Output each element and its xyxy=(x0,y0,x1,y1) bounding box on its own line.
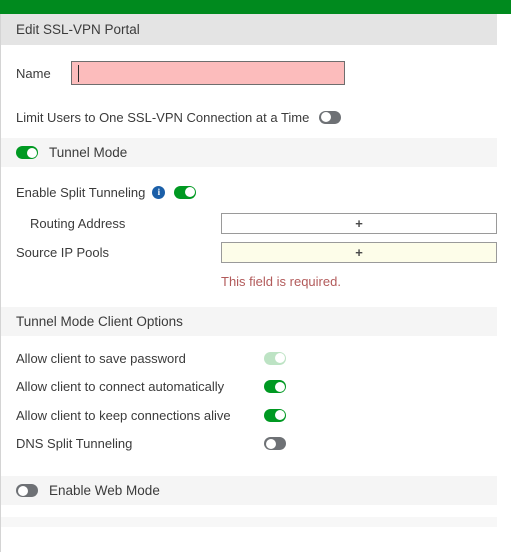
limit-users-toggle[interactable] xyxy=(319,110,342,124)
client-option-label: Allow client to save password xyxy=(16,350,186,366)
routing-address-label: Routing Address xyxy=(30,216,126,231)
portal-form-panel: Edit SSL-VPN Portal Name Limit Users to … xyxy=(0,14,497,552)
web-mode-toggle[interactable] xyxy=(16,484,38,497)
toggle-knob xyxy=(26,147,37,158)
client-option-row: Allow client to keep connections alive xyxy=(1,401,497,430)
split-tunneling-row: Enable Split Tunneling i xyxy=(1,175,497,209)
top-accent-bar xyxy=(0,0,511,14)
web-mode-label: Enable Web Mode xyxy=(49,483,160,498)
client-option-label: DNS Split Tunneling xyxy=(16,436,133,452)
client-option-row: Allow client to connect automatically xyxy=(1,373,497,402)
page-title: Edit SSL-VPN Portal xyxy=(16,22,140,37)
dialog-title-bar: Edit SSL-VPN Portal xyxy=(1,14,497,45)
toggle-knob xyxy=(320,112,331,122)
client-option-row: Allow client to save password xyxy=(1,344,497,373)
client-option-row: DNS Split Tunneling xyxy=(1,430,497,459)
source-ip-pools-error-row: This field is required. xyxy=(1,267,497,295)
source-ip-pools-row: Source IP Pools + xyxy=(1,238,497,267)
toggle-knob xyxy=(274,410,285,421)
ssl-vpn-portal-dialog: Edit SSL-VPN Portal Name Limit Users to … xyxy=(0,0,511,552)
tunnel-mode-label: Tunnel Mode xyxy=(49,145,128,160)
text-caret xyxy=(78,65,79,82)
split-tunneling-label: Enable Split Tunneling xyxy=(16,184,146,200)
limit-users-label: Limit Users to One SSL-VPN Connection at… xyxy=(16,109,310,125)
tunnel-mode-toggle[interactable] xyxy=(16,146,38,159)
source-ip-pools-add-button[interactable]: + xyxy=(221,242,497,263)
web-mode-section-header: Enable Web Mode xyxy=(1,476,497,505)
client-options-section-header: Tunnel Mode Client Options xyxy=(1,307,497,336)
client-option-label: Allow client to connect automatically xyxy=(16,379,225,395)
bottom-divider xyxy=(1,517,497,527)
save-password-toggle[interactable] xyxy=(264,351,286,365)
name-row: Name xyxy=(1,50,497,96)
name-input[interactable] xyxy=(71,61,345,85)
connect-automatically-toggle[interactable] xyxy=(264,380,286,394)
toggle-knob xyxy=(17,485,28,496)
limit-users-row: Limit Users to One SSL-VPN Connection at… xyxy=(1,96,497,138)
toggle-knob xyxy=(184,187,195,197)
source-ip-pools-label: Source IP Pools xyxy=(16,245,109,260)
validation-error-text: This field is required. xyxy=(221,273,341,289)
name-label: Name xyxy=(16,65,51,81)
keep-connections-alive-toggle[interactable] xyxy=(264,408,286,422)
split-tunneling-toggle[interactable] xyxy=(174,185,197,199)
spacer xyxy=(1,505,497,517)
toggle-knob xyxy=(265,438,276,449)
toggle-knob xyxy=(274,381,285,392)
dns-split-tunneling-toggle[interactable] xyxy=(264,437,286,451)
toggle-knob xyxy=(274,353,285,364)
info-icon[interactable]: i xyxy=(152,185,166,199)
routing-address-row: Routing Address + xyxy=(1,209,497,238)
client-option-label: Allow client to keep connections alive xyxy=(16,407,231,423)
tunnel-mode-section-header: Tunnel Mode xyxy=(1,138,497,167)
client-options-header-label: Tunnel Mode Client Options xyxy=(16,314,183,329)
routing-address-add-button[interactable]: + xyxy=(221,213,497,234)
